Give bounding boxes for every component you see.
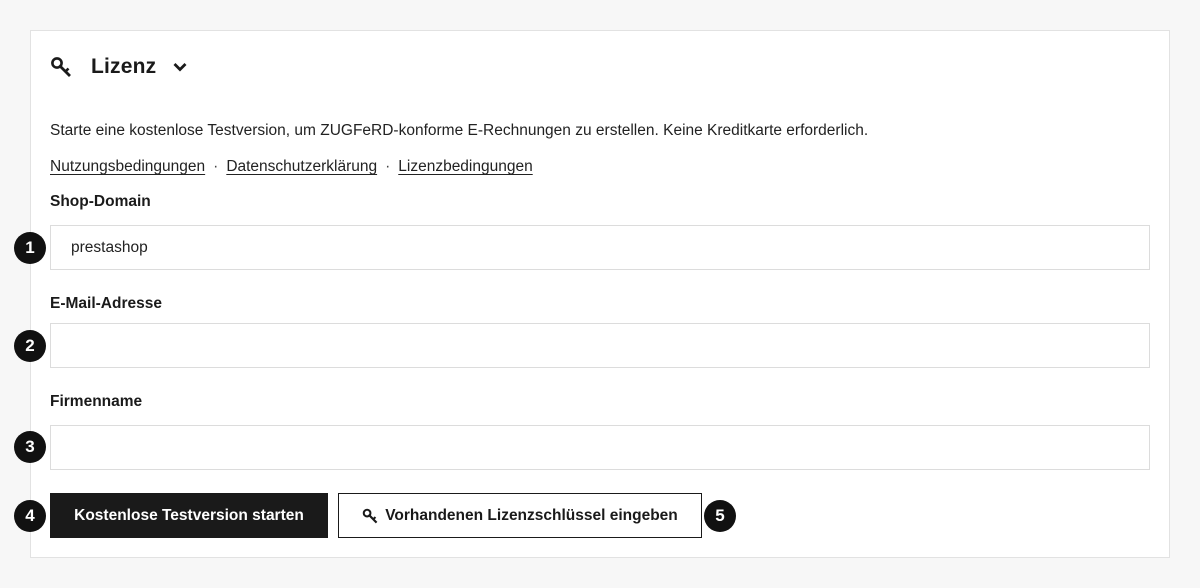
panel-header[interactable]: Lizenz	[50, 53, 188, 81]
terms-link[interactable]: Nutzungsbedingungen	[50, 158, 205, 176]
panel-title: Lizenz	[91, 55, 157, 78]
link-separator: ·	[385, 158, 391, 175]
enter-license-key-label: Vorhandenen Lizenzschlüssel eingeben	[385, 506, 678, 524]
privacy-link[interactable]: Datenschutzerklärung	[226, 158, 377, 176]
step-badge-1: 1	[14, 232, 46, 264]
step-badge-5: 5	[704, 500, 736, 532]
license-terms-link[interactable]: Lizenzbedingungen	[398, 158, 532, 176]
step-badge-2: 2	[14, 330, 46, 362]
license-panel: Lizenz Starte eine kostenlose Testversio…	[14, 30, 1170, 558]
step-badge-3: 3	[14, 431, 46, 463]
start-trial-button[interactable]: Kostenlose Testversion starten	[50, 493, 328, 538]
step-badge-4: 4	[14, 500, 46, 532]
link-separator: ·	[213, 158, 219, 175]
enter-license-key-button[interactable]: Vorhandenen Lizenzschlüssel eingeben	[338, 493, 702, 538]
company-input[interactable]	[50, 425, 1150, 470]
email-label: E-Mail-Adresse	[50, 295, 162, 312]
intro-text: Starte eine kostenlose Testversion, um Z…	[50, 122, 869, 139]
shop-domain-label: Shop-Domain	[50, 193, 151, 210]
email-input[interactable]	[50, 323, 1150, 368]
company-label: Firmenname	[50, 393, 143, 410]
legal-links: Nutzungsbedingungen · Datenschutzerkläru…	[50, 158, 533, 176]
shop-domain-input[interactable]	[50, 225, 1150, 270]
key-icon	[50, 56, 72, 78]
chevron-down-icon[interactable]	[172, 59, 188, 75]
key-icon	[362, 508, 378, 524]
